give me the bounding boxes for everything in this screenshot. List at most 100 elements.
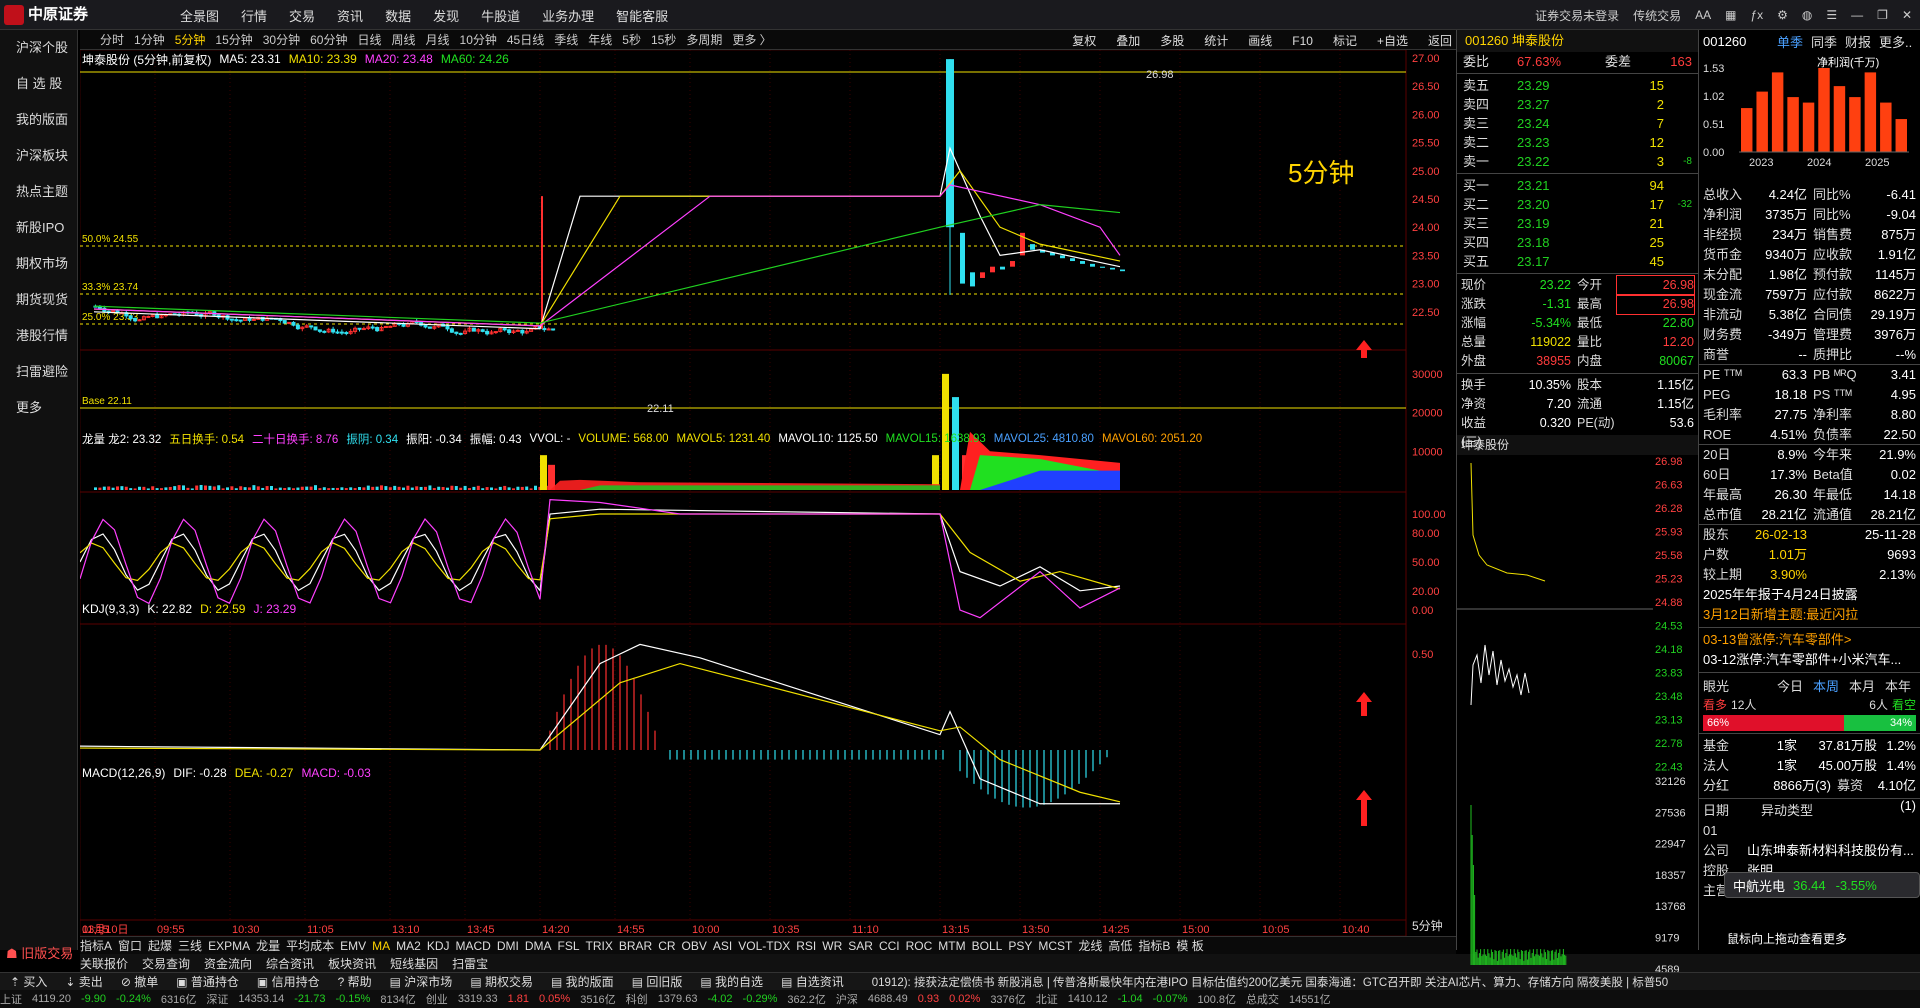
menu-niugudao[interactable]: 牛股道	[481, 6, 520, 25]
indicator-tab-11[interactable]: MACD	[455, 939, 490, 953]
task-watchlist[interactable]: ▤ 我的自选	[700, 973, 763, 990]
chart-area[interactable]: 50.0% 24.55 33.3% 23.74 25.0% 23.33 Base…	[80, 50, 1456, 936]
sell-row-3[interactable]: 卖二 23.23 12	[1457, 133, 1698, 152]
nav-item-watchlist[interactable]: 自 选 股	[0, 66, 77, 102]
tool-draw[interactable]: 画线	[1248, 32, 1272, 49]
period-15m[interactable]: 15分钟	[215, 31, 252, 48]
indicator-tab-22[interactable]: WR	[822, 939, 842, 953]
nav-item-hk[interactable]: 港股行情	[0, 318, 77, 354]
sell-row-4[interactable]: 卖一 23.22 3 -8	[1457, 152, 1698, 171]
tool-mark[interactable]: 标记	[1333, 32, 1357, 49]
period-timeshare[interactable]: 分时	[100, 31, 124, 48]
period-week[interactable]: 周线	[391, 31, 415, 48]
task-help[interactable]: ? 帮助	[338, 973, 372, 990]
view-tab-today[interactable]: 今日	[1777, 676, 1803, 695]
period-5s[interactable]: 5秒	[622, 31, 641, 48]
indicator-tab-10[interactable]: KDJ	[427, 939, 450, 953]
nav-item-more[interactable]: 更多	[0, 390, 77, 426]
task-watch-news[interactable]: ▤ 自选资讯	[781, 973, 844, 990]
nav-item-sectors[interactable]: 沪深板块	[0, 138, 77, 174]
indicator-tab-0[interactable]: 指标A	[80, 937, 112, 954]
nav-item-futures[interactable]: 期货现货	[0, 282, 77, 318]
tool-adjust[interactable]: 复权	[1072, 32, 1096, 49]
indicator-tab-26[interactable]: MTM	[938, 939, 965, 953]
period-45d[interactable]: 45日线	[507, 31, 544, 48]
buy-row-3[interactable]: 买四 23.18 25	[1457, 233, 1698, 252]
menu-news[interactable]: 资讯	[337, 6, 363, 25]
period-5m[interactable]: 5分钟	[175, 31, 206, 48]
tool-f10[interactable]: F10	[1292, 34, 1313, 48]
indicator-tab-24[interactable]: CCI	[879, 939, 900, 953]
trade-login-status[interactable]: 证券交易未登录	[1535, 7, 1619, 24]
indicator-tab-20[interactable]: VOL-TDX	[738, 939, 790, 953]
task-position[interactable]: ▣ 普通持仓	[176, 973, 239, 990]
menu-data[interactable]: 数据	[385, 6, 411, 25]
period-60m[interactable]: 60分钟	[310, 31, 347, 48]
period-year[interactable]: 年线	[588, 31, 612, 48]
indicator-tab-3[interactable]: 三线	[178, 937, 202, 954]
func-risk[interactable]: 扫雷宝	[452, 955, 488, 972]
period-day[interactable]: 日线	[357, 31, 381, 48]
menu-discover[interactable]: 发现	[433, 6, 459, 25]
close-icon[interactable]: ✕	[1902, 8, 1912, 22]
indicator-tab-4[interactable]: EXPMA	[208, 939, 250, 953]
period-month[interactable]: 月线	[426, 31, 450, 48]
minimize-icon[interactable]: —	[1851, 8, 1863, 22]
period-more[interactable]: 更多 〉	[732, 31, 771, 48]
indicator-tab-23[interactable]: SAR	[848, 939, 873, 953]
indicator-tab-31[interactable]: 高低	[1108, 937, 1132, 954]
indicator-tab-25[interactable]: ROC	[906, 939, 933, 953]
skin-icon[interactable]: ◍	[1802, 8, 1812, 22]
tool-overlay[interactable]: 叠加	[1116, 32, 1140, 49]
task-buy[interactable]: ⇡ 买入	[10, 973, 47, 990]
fin-tab-same[interactable]: 同季	[1811, 32, 1837, 51]
task-options[interactable]: ▤ 期权交易	[470, 973, 533, 990]
nav-item-stocks[interactable]: 沪深个股	[0, 30, 77, 66]
fin-news-2[interactable]: 03-12涨停:汽车零部件+小米汽车...	[1699, 650, 1920, 670]
func-sector-news[interactable]: 板块资讯	[328, 955, 376, 972]
indicator-tab-5[interactable]: 龙量	[256, 937, 280, 954]
indicator-tab-12[interactable]: DMI	[497, 939, 519, 953]
menu-service[interactable]: 智能客服	[616, 6, 668, 25]
func-news[interactable]: 综合资讯	[266, 955, 314, 972]
indicator-tab-8[interactable]: MA	[372, 939, 390, 953]
legacy-trade-button[interactable]: ☗ 旧版交易	[6, 943, 73, 962]
func-trade-query[interactable]: 交易查询	[142, 955, 190, 972]
view-tab-month[interactable]: 本月	[1849, 676, 1875, 695]
func-capital-flow[interactable]: 资金流向	[204, 955, 252, 972]
indicator-tab-29[interactable]: MCST	[1038, 939, 1072, 953]
fin-tab-report[interactable]: 财报	[1845, 32, 1871, 51]
func-gene[interactable]: 短线基因	[390, 955, 438, 972]
indicator-tab-27[interactable]: BOLL	[972, 939, 1003, 953]
period-1m[interactable]: 1分钟	[134, 31, 165, 48]
indicator-tab-13[interactable]: DMA	[525, 939, 552, 953]
nav-item-options[interactable]: 期权市场	[0, 246, 77, 282]
buy-row-1[interactable]: 买二 23.20 17 -32	[1457, 195, 1698, 214]
task-layout[interactable]: ▤ 我的版面	[551, 973, 614, 990]
period-quarter[interactable]: 季线	[554, 31, 578, 48]
restore-icon[interactable]: ❐	[1877, 8, 1888, 22]
task-old-version[interactable]: ▤ 回旧版	[632, 973, 683, 990]
task-market[interactable]: ▤ 沪深市场	[390, 973, 453, 990]
period-multi[interactable]: 多周期	[686, 31, 722, 48]
indicator-tab-6[interactable]: 平均成本	[286, 937, 334, 954]
tool-stats[interactable]: 统计	[1204, 32, 1228, 49]
buy-row-0[interactable]: 买一 23.21 94	[1457, 176, 1698, 195]
indicator-tab-9[interactable]: MA2	[396, 939, 421, 953]
period-30m[interactable]: 30分钟	[263, 31, 300, 48]
view-tab-year[interactable]: 本年	[1885, 676, 1911, 695]
buy-row-2[interactable]: 买三 23.19 21	[1457, 214, 1698, 233]
fin-tab-single[interactable]: 单季	[1777, 32, 1803, 51]
classic-trade-link[interactable]: 传统交易	[1633, 7, 1681, 24]
menu-trade[interactable]: 交易	[289, 6, 315, 25]
news-ticker[interactable]: 01912): 接获法定偿债书 新股消息 | 传普洛斯最快年内在港IPO 目标估…	[872, 974, 1668, 990]
indicator-tab-30[interactable]: 龙线	[1078, 937, 1102, 954]
fin-tab-more[interactable]: 更多..	[1879, 32, 1912, 51]
view-tab-week[interactable]: 本周	[1813, 676, 1839, 695]
task-sell[interactable]: ⇣ 卖出	[65, 973, 102, 990]
indicator-tab-32[interactable]: 指标B	[1138, 937, 1170, 954]
indicator-tab-2[interactable]: 起爆	[148, 937, 172, 954]
menu-business[interactable]: 业务办理	[542, 6, 594, 25]
font-size-icon[interactable]: A͏A	[1695, 8, 1711, 22]
sell-row-0[interactable]: 卖五 23.29 15	[1457, 76, 1698, 95]
